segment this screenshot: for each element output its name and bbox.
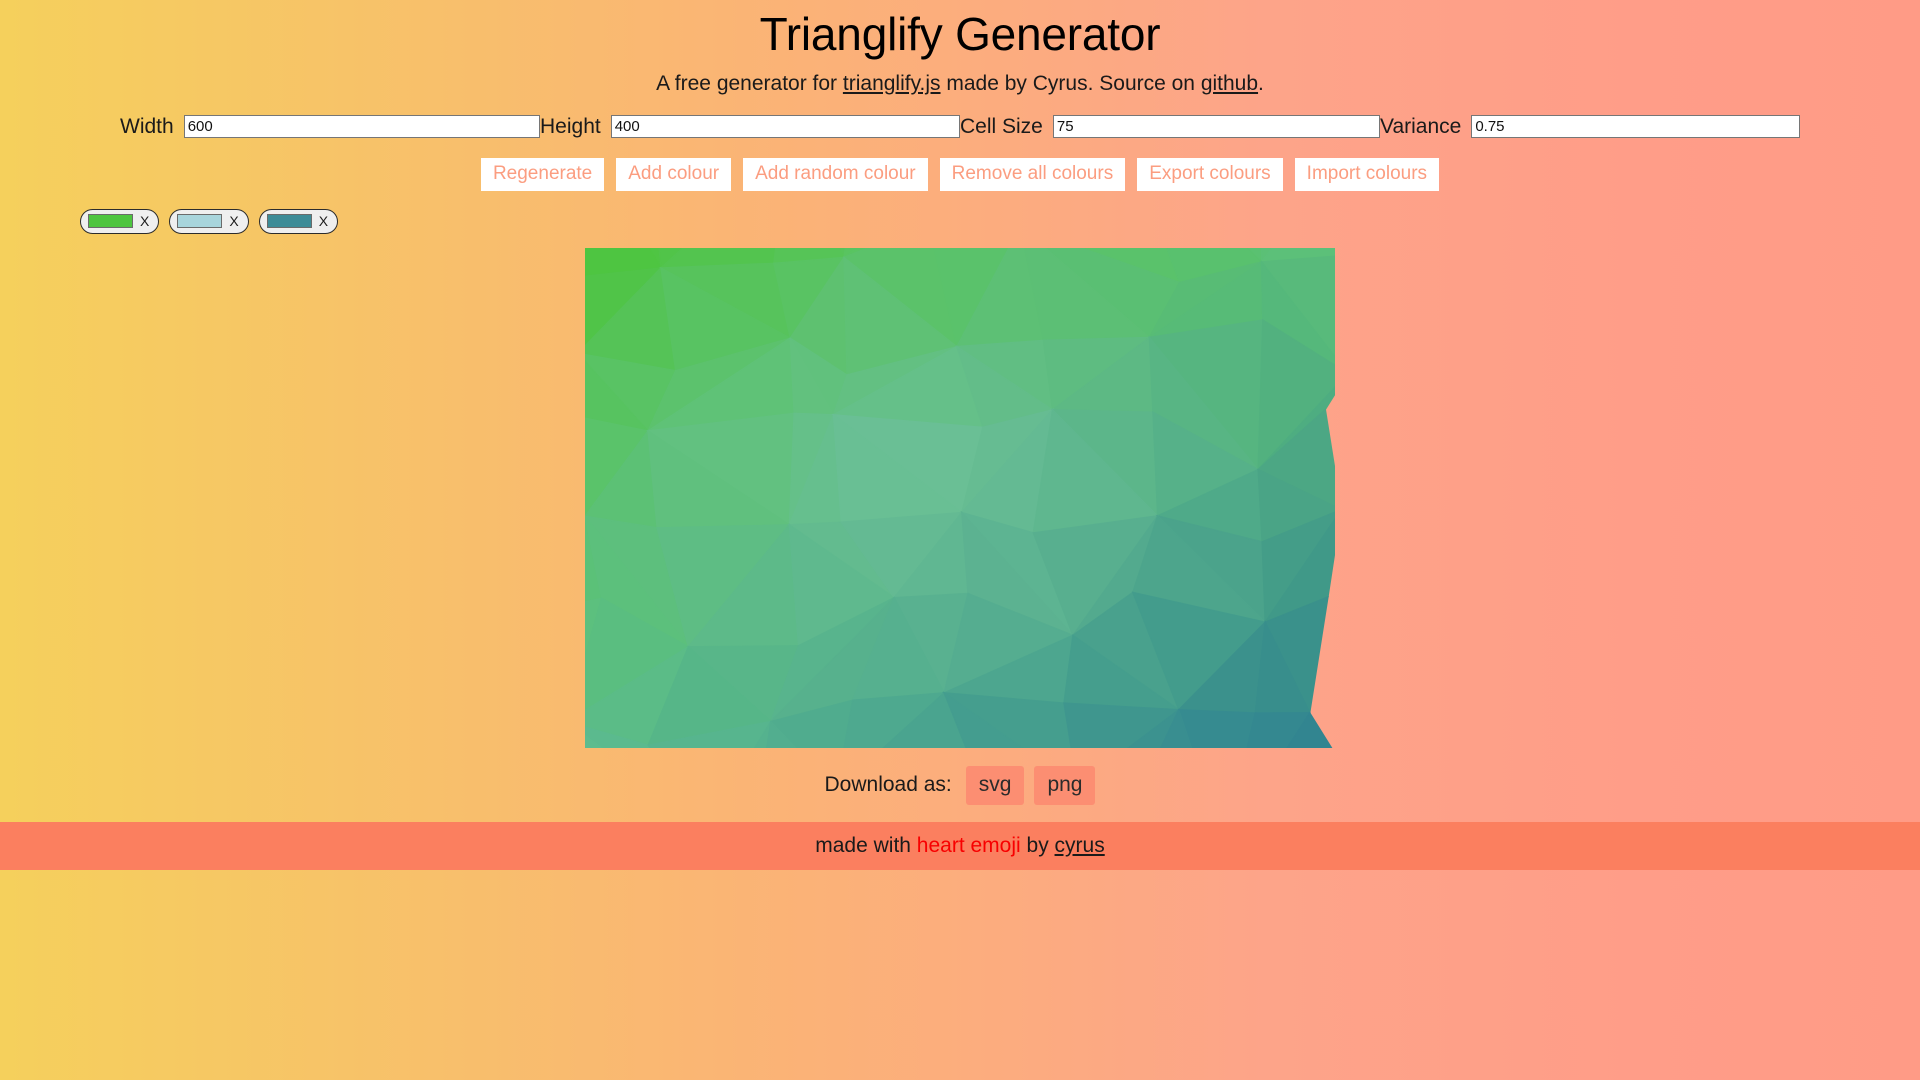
remove-all-colours-button[interactable]: Remove all colours [939,157,1126,191]
download-row: Download as: svg png [0,765,1920,805]
add-colour-button[interactable]: Add colour [616,157,732,191]
add-random-colour-button[interactable]: Add random colour [743,157,928,191]
colour-chips-list: X X X [0,208,1920,234]
width-input[interactable] [183,115,540,139]
variance-input[interactable] [1471,115,1800,139]
subtitle-text-2: made by Cyrus. Source on [940,71,1201,95]
download-png-button[interactable]: png [1034,765,1096,805]
footer-prefix: made with [815,833,917,857]
param-width: Width [120,115,540,139]
height-input[interactable] [610,115,960,139]
variance-label: Variance [1380,114,1462,138]
remove-colour-icon[interactable]: X [229,214,240,228]
trianglify-pattern-canvas [585,247,1335,748]
param-variance: Variance [1380,115,1800,139]
trianglify-link[interactable]: trianglify.js [843,72,941,95]
cell-size-input[interactable] [1052,115,1380,139]
regenerate-button[interactable]: Regenerate [480,157,605,191]
pattern-preview-container [0,247,1920,748]
page-title: Trianglify Generator [759,8,1161,60]
colour-chip[interactable]: X [169,208,249,234]
subtitle-text-3: . [1258,71,1264,95]
page-root: Trianglify Generator A free generator fo… [0,0,1920,1080]
param-height: Height [540,115,960,139]
width-label: Width [120,114,174,138]
import-colours-button[interactable]: Import colours [1294,157,1440,191]
action-buttons-row: Regenerate Add colour Add random colour … [0,157,1920,191]
subtitle-text-1: A free generator for [656,71,843,95]
height-label: Height [540,114,601,138]
colour-swatch[interactable] [177,214,223,229]
remove-colour-icon[interactable]: X [140,214,151,228]
colour-chip[interactable]: X [258,208,339,234]
page-subtitle: A free generator for trianglify.js made … [0,70,1920,97]
remove-colour-icon[interactable]: X [319,214,330,228]
cell-size-label: Cell Size [960,114,1043,138]
colour-swatch[interactable] [266,214,312,229]
footer-middle: by [1020,833,1055,857]
colour-swatch[interactable] [88,214,133,229]
heart-emoji-text: heart emoji [916,833,1021,857]
github-link[interactable]: github [1201,72,1258,95]
export-colours-button[interactable]: Export colours [1137,157,1283,191]
download-svg-button[interactable]: svg [965,765,1025,805]
page-footer: made with heart emoji by cyrus [0,821,1920,870]
parameters-row: Width Height Cell Size Variance [0,115,1920,139]
colour-chip[interactable]: X [80,208,160,234]
cyrus-link[interactable]: cyrus [1055,834,1105,857]
download-label: Download as: [824,773,952,797]
param-cell-size: Cell Size [960,115,1380,139]
